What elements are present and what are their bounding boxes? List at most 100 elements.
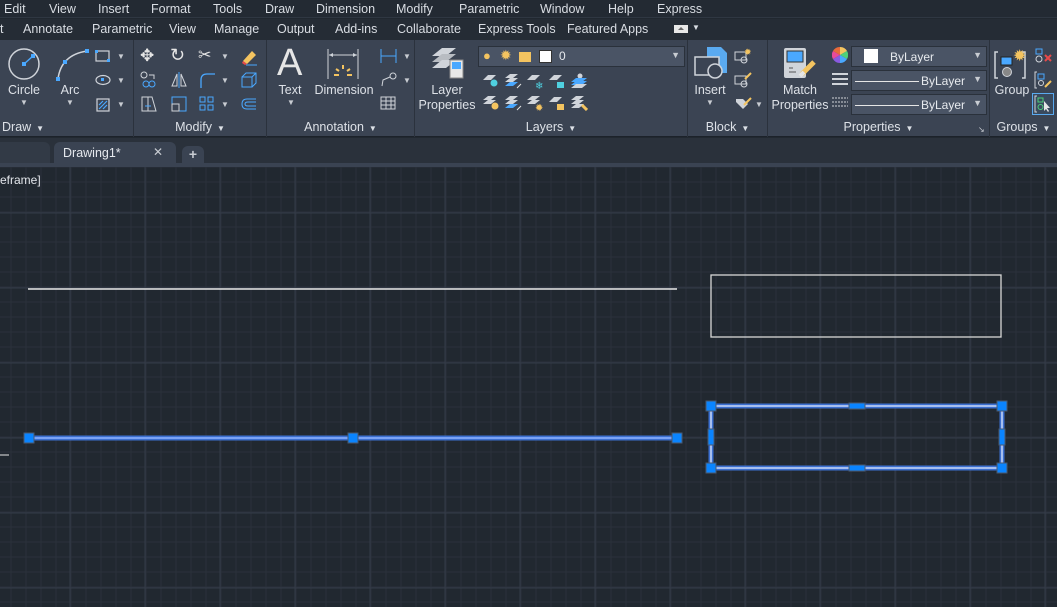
insert-dropdown[interactable]: ▼: [706, 98, 714, 107]
menu-tools[interactable]: Tools: [213, 2, 242, 16]
layer-properties-icon[interactable]: [430, 46, 464, 80]
table-icon[interactable]: [380, 96, 396, 110]
arc-dropdown[interactable]: ▼: [66, 98, 74, 107]
ribbon-minimize-button[interactable]: [674, 25, 688, 33]
hatch-dropdown[interactable]: ▼: [117, 100, 125, 109]
set-current-layer-icon[interactable]: [570, 73, 588, 89]
menu-draw[interactable]: Draw: [265, 2, 294, 16]
ribbon-tab-collaborate[interactable]: Collaborate: [397, 22, 461, 36]
menu-help[interactable]: Help: [608, 2, 634, 16]
create-block-icon[interactable]: ✹: [734, 47, 752, 65]
ellipse-dropdown[interactable]: ▼: [117, 76, 125, 85]
menu-express[interactable]: Express: [657, 2, 702, 16]
text-label[interactable]: Text: [275, 83, 305, 98]
layer-properties-label-1[interactable]: Layer: [418, 83, 476, 98]
lineweight-dropdown[interactable]: ByLayer ▼: [851, 70, 987, 91]
linetype-dropdown[interactable]: ByLayer ▼: [851, 94, 987, 115]
layer-isolate-icon[interactable]: [504, 73, 522, 89]
stretch-icon[interactable]: [140, 95, 158, 113]
offset-icon[interactable]: [240, 95, 258, 113]
group-icon[interactable]: ✹: [994, 46, 1028, 80]
rectangle-dropdown[interactable]: ▼: [117, 52, 125, 61]
layer-dropdown[interactable]: ● ✹ 0 ▼: [478, 46, 685, 67]
insert-block-icon[interactable]: [693, 45, 729, 81]
layer-freeze-icon[interactable]: ❄: [526, 73, 544, 89]
layer-on-icon[interactable]: [482, 95, 500, 111]
trim-dropdown[interactable]: ▼: [221, 52, 229, 61]
dimension-icon[interactable]: [326, 47, 360, 81]
match-properties-label-1[interactable]: Match: [770, 83, 830, 98]
text-icon[interactable]: A: [277, 42, 302, 85]
close-icon[interactable]: ✕: [153, 145, 163, 159]
ribbon-options-dropdown[interactable]: ▼: [692, 23, 700, 32]
text-dropdown[interactable]: ▼: [287, 98, 295, 107]
linear-dimension-icon[interactable]: [380, 48, 398, 64]
arc-icon[interactable]: [55, 47, 89, 81]
circle-icon[interactable]: [7, 47, 41, 81]
mirror-icon[interactable]: [170, 71, 188, 89]
group-label[interactable]: Group: [993, 83, 1031, 98]
panel-modify-title[interactable]: Modify ▼: [134, 120, 266, 134]
trim-icon[interactable]: ✂: [198, 45, 211, 65]
ribbon-tab-featured-apps[interactable]: Featured Apps: [567, 22, 648, 36]
panel-properties-title[interactable]: Properties ▼: [768, 120, 989, 134]
match-properties-label-2[interactable]: Properties: [770, 98, 830, 113]
ungroup-icon[interactable]: [1034, 47, 1052, 65]
move-icon[interactable]: ✥: [140, 46, 154, 66]
linear-dimension-dropdown[interactable]: ▼: [403, 52, 411, 61]
panel-groups-title[interactable]: Groups ▼: [990, 120, 1057, 134]
group-edit-icon[interactable]: [1034, 71, 1052, 89]
erase-icon[interactable]: [240, 48, 258, 66]
new-tab-button[interactable]: +: [182, 146, 204, 164]
color-dropdown[interactable]: ByLayer ▼: [851, 46, 987, 67]
rotate-icon[interactable]: ↻: [170, 45, 185, 66]
rectangular-array-icon[interactable]: [198, 95, 216, 113]
arc-label[interactable]: Arc: [55, 83, 85, 98]
circle-label[interactable]: Circle: [3, 83, 45, 98]
edit-attributes-icon[interactable]: [734, 95, 752, 113]
panel-block-title[interactable]: Block ▼: [688, 120, 767, 134]
ribbon-tab-annotate[interactable]: Annotate: [23, 22, 73, 36]
circle-dropdown[interactable]: ▼: [20, 98, 28, 107]
model-space[interactable]: [0, 167, 1057, 607]
layer-thaw-icon[interactable]: ✹: [526, 95, 544, 111]
leader-icon[interactable]: [380, 72, 398, 88]
drawing-canvas[interactable]: eframe]: [0, 167, 1057, 607]
color-wheel-icon[interactable]: [832, 47, 848, 63]
panel-draw-title[interactable]: Draw ▼: [2, 120, 135, 134]
ribbon-tab-view[interactable]: View: [169, 22, 196, 36]
ribbon-tab-output[interactable]: Output: [277, 22, 315, 36]
panel-annotation-title[interactable]: Annotation ▼: [267, 120, 414, 134]
menu-insert[interactable]: Insert: [98, 2, 129, 16]
ribbon-tab-addins[interactable]: Add-ins: [335, 22, 377, 36]
edit-block-icon[interactable]: [734, 71, 752, 89]
hatch-icon[interactable]: [95, 97, 111, 113]
fillet-dropdown[interactable]: ▼: [221, 76, 229, 85]
ribbon-tab-express-tools[interactable]: Express Tools: [478, 22, 556, 36]
menu-window[interactable]: Window: [540, 2, 584, 16]
group-selection-toggle[interactable]: [1032, 93, 1054, 115]
viewport-visual-style-label[interactable]: eframe]: [0, 173, 41, 187]
layer-unisolate-icon[interactable]: [504, 95, 522, 111]
ribbon-tab-manage[interactable]: Manage: [214, 22, 259, 36]
copy-icon[interactable]: [140, 71, 158, 89]
menu-edit[interactable]: Edit: [4, 2, 26, 16]
menu-format[interactable]: Format: [151, 2, 191, 16]
insert-label[interactable]: Insert: [692, 83, 728, 98]
array-dropdown[interactable]: ▼: [221, 100, 229, 109]
layer-properties-label-2[interactable]: Properties: [418, 98, 476, 113]
menu-modify[interactable]: Modify: [396, 2, 433, 16]
properties-dialog-launcher-icon[interactable]: ↘: [978, 125, 985, 134]
match-properties-icon[interactable]: [782, 46, 818, 82]
layer-unlock-icon[interactable]: [548, 95, 566, 111]
array-3d-icon[interactable]: [240, 71, 258, 89]
ellipse-icon[interactable]: [95, 73, 111, 87]
leader-dropdown[interactable]: ▼: [403, 76, 411, 85]
dimension-label[interactable]: Dimension: [314, 83, 374, 98]
layer-off-icon[interactable]: [482, 73, 500, 89]
ribbon-tab-parametric[interactable]: Parametric: [92, 22, 152, 36]
menu-parametric[interactable]: Parametric: [459, 2, 519, 16]
match-layer-icon[interactable]: [570, 95, 588, 111]
layer-lock-icon[interactable]: [548, 73, 566, 89]
menu-view[interactable]: View: [49, 2, 76, 16]
